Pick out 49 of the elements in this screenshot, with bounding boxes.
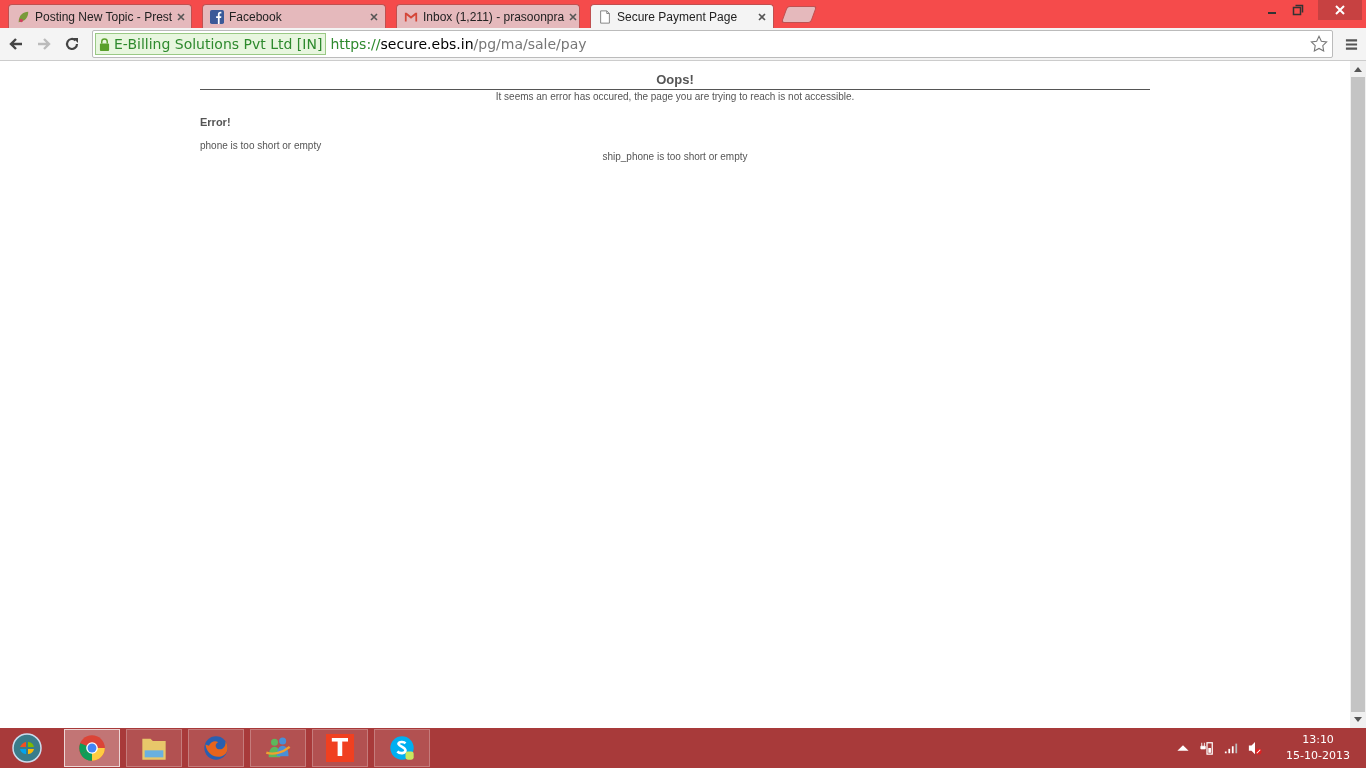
taskbar-app[interactable] <box>126 729 182 767</box>
security-badge[interactable]: E-Billing Solutions Pvt Ltd [IN] <box>95 33 327 55</box>
restore-icon[interactable] <box>1292 4 1304 16</box>
menu-icon[interactable] <box>1345 37 1358 51</box>
app-icon: T <box>326 734 354 762</box>
page-icon <box>598 9 612 24</box>
tab-title: Inbox (1,211) - prasoonpra <box>423 9 565 24</box>
close-icon <box>1334 4 1346 16</box>
certificate-name: E-Billing Solutions Pvt Ltd [IN] <box>114 36 323 52</box>
scroll-up-icon[interactable] <box>1354 66 1362 72</box>
leaf-icon <box>16 9 30 24</box>
close-icon[interactable] <box>370 12 378 21</box>
reload-icon[interactable] <box>64 36 80 52</box>
battery-icon[interactable] <box>1200 741 1215 755</box>
validation-error: ship_phone is too short or empty <box>602 151 748 162</box>
error-heading: Error! <box>200 116 232 128</box>
scroll-down-icon[interactable] <box>1354 717 1362 723</box>
close-icon[interactable] <box>569 12 578 21</box>
scrollbar[interactable] <box>1350 61 1366 728</box>
error-message: It seems an error has occured, the page you are trying to reach is not accessible. <box>494 90 856 103</box>
clock[interactable]: 13:10 15-10-2013 <box>1286 732 1350 764</box>
firefox-icon <box>202 734 230 762</box>
speaker-muted-icon[interactable] <box>1248 741 1263 755</box>
tab-title: Facebook <box>229 9 283 24</box>
url-text: https://secure.ebs.in/pg/ma/sale/pay <box>330 36 587 52</box>
browser-tab[interactable]: Inbox (1,211) - prasoonpra <box>396 4 580 28</box>
close-icon[interactable] <box>758 12 766 21</box>
tab-title: Posting New Topic - Prest <box>35 9 173 24</box>
browser-tab[interactable]: Posting New Topic - Prest <box>8 4 192 28</box>
taskbar-app[interactable] <box>64 729 120 767</box>
chrome-icon <box>78 734 106 762</box>
browser-tab[interactable]: Facebook <box>202 4 386 28</box>
clock-date: 15-10-2013 <box>1286 748 1350 764</box>
taskbar-app[interactable]: T <box>312 729 368 767</box>
browser-tab[interactable]: Secure Payment Page <box>590 4 774 28</box>
close-window-button[interactable] <box>1318 0 1362 20</box>
skype-icon <box>388 734 416 762</box>
back-icon[interactable] <box>8 36 24 52</box>
error-title: Oops! <box>655 71 695 89</box>
lock-icon <box>99 37 110 51</box>
close-icon[interactable] <box>177 12 186 21</box>
signal-icon[interactable] <box>1224 741 1239 755</box>
facebook-icon <box>210 9 224 24</box>
bookmark-star-icon[interactable] <box>1310 35 1328 53</box>
taskbar-app[interactable] <box>374 729 430 767</box>
tab-title: Secure Payment Page <box>617 9 739 24</box>
clock-time: 13:10 <box>1302 732 1334 748</box>
validation-error: phone is too short or empty <box>200 140 322 151</box>
address-bar[interactable]: E-Billing Solutions Pvt Ltd [IN] https://secure.ebs.in/pg/ma/sale/pay <box>92 30 1333 58</box>
